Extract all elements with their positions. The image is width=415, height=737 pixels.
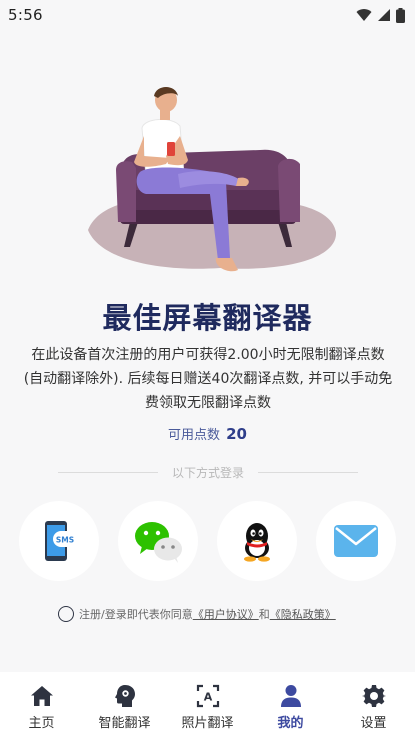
agreement-checkbox[interactable] xyxy=(58,606,74,622)
agreement-row: 注册/登录即代表你同意 《用户协议》 和 《隐私政策》 xyxy=(58,604,378,624)
status-icons xyxy=(356,7,405,23)
login-divider-text: 以下方式登录 xyxy=(172,465,245,480)
tab-profile-label: 我的 xyxy=(277,716,304,731)
status-bar: 5:56 xyxy=(0,0,415,30)
tab-photo-translate[interactable]: A 照片翻译 xyxy=(166,672,249,737)
signal-icon xyxy=(378,9,390,21)
email-login-button[interactable] xyxy=(316,501,396,581)
divider-line-left xyxy=(58,471,158,473)
person-on-sofa-illustration xyxy=(80,82,340,282)
page-title: 最佳屏幕翻译器 xyxy=(102,301,313,335)
sms-phone-icon: SMS xyxy=(45,521,77,561)
svg-text:A: A xyxy=(203,691,212,704)
agreement-prefix: 注册/登录即代表你同意 xyxy=(79,608,193,621)
sms-badge-text: SMS xyxy=(56,536,74,545)
tab-smart-translate[interactable]: 智能翻译 xyxy=(83,672,166,737)
email-icon xyxy=(334,525,378,557)
tab-photo-translate-label: 照片翻译 xyxy=(181,716,234,731)
status-time: 5:56 xyxy=(8,6,43,24)
user-agreement-link[interactable]: 《用户协议》 xyxy=(193,606,259,622)
tab-settings[interactable]: 设置 xyxy=(332,672,415,737)
tab-profile[interactable]: 我的 xyxy=(249,672,332,737)
login-divider: 以下方式登录 xyxy=(58,462,359,482)
divider-line-right xyxy=(258,471,359,473)
bottom-tab-bar: 主页 智能翻译 A 照片翻译 我的 设置 xyxy=(0,672,415,737)
battery-icon xyxy=(396,7,405,23)
privacy-policy-link[interactable]: 《隐私政策》 xyxy=(270,606,336,622)
agreement-and: 和 xyxy=(258,608,270,621)
points-value: 20 xyxy=(226,425,247,443)
points-label: 可用点数 xyxy=(168,428,221,443)
description-text: 在此设备首次注册的用户可获得2.00小时无限制翻译点数(自动翻译除外). 后续每… xyxy=(23,347,393,411)
wechat-login-button[interactable] xyxy=(118,501,198,581)
smart-translate-icon xyxy=(113,684,137,708)
tab-settings-label: 设置 xyxy=(360,716,387,731)
sms-login-button[interactable]: SMS xyxy=(19,501,99,581)
login-methods: SMS xyxy=(0,501,415,581)
wechat-icon xyxy=(135,522,182,563)
tab-smart-translate-label: 智能翻译 xyxy=(98,716,151,731)
settings-gear-icon xyxy=(361,684,386,708)
home-icon xyxy=(30,684,54,708)
qq-icon xyxy=(244,523,270,562)
qq-login-button[interactable] xyxy=(217,501,297,581)
photo-translate-icon: A xyxy=(196,684,220,708)
wifi-icon xyxy=(356,9,372,21)
tab-home-label: 主页 xyxy=(28,716,55,731)
available-points: 可用点数 20 xyxy=(0,424,415,443)
tab-home[interactable]: 主页 xyxy=(0,672,83,737)
profile-icon xyxy=(279,684,303,708)
